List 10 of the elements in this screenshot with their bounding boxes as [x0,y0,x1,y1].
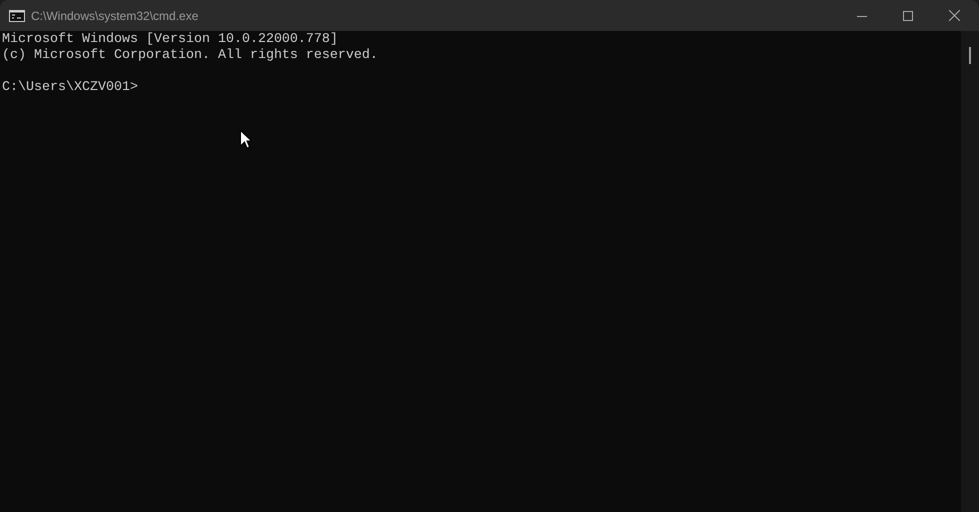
command-prompt: C:\Users\XCZV001> [2,80,139,96]
window-title: C:\Windows\system32\cmd.exe [31,8,198,24]
terminal-icon [9,10,25,22]
close-icon [948,10,960,21]
scrollbar[interactable] [961,31,979,512]
scrollbar-thumb[interactable] [969,47,971,64]
mouse-pointer-icon [240,130,252,149]
console-line: (c) Microsoft Corporation. All rights reserved. [2,48,379,64]
console-line: Microsoft Windows [Version 10.0.22000.778] [2,32,339,48]
maximize-icon [903,10,913,20]
